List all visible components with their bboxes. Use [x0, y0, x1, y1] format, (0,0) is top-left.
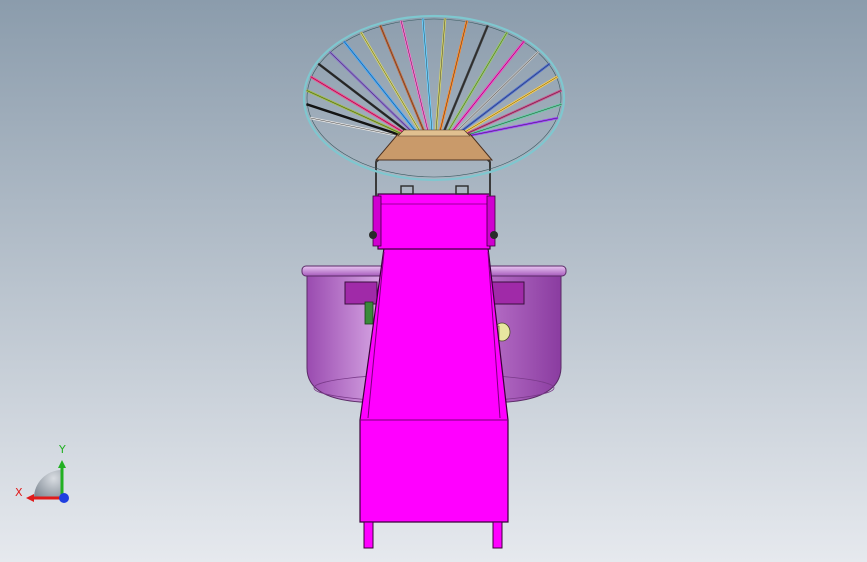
right-pivot-bolt — [490, 231, 498, 239]
3d-viewport[interactable]: X Y — [0, 0, 867, 562]
right-leg — [492, 521, 503, 549]
left-pivot-bolt — [369, 231, 377, 239]
hopper-base-top — [397, 129, 471, 137]
left-bracket — [344, 281, 378, 305]
right-bracket — [491, 281, 525, 305]
x-axis-label: X — [15, 486, 23, 499]
left-clamp — [364, 301, 374, 325]
column-tapered-body — [359, 247, 509, 523]
z-axis-indicator — [59, 493, 69, 503]
head-box — [377, 193, 491, 250]
model-scene[interactable] — [0, 0, 867, 562]
mixer-column[interactable] — [359, 247, 509, 549]
y-axis-label: Y — [59, 443, 66, 456]
left-leg — [363, 521, 374, 549]
